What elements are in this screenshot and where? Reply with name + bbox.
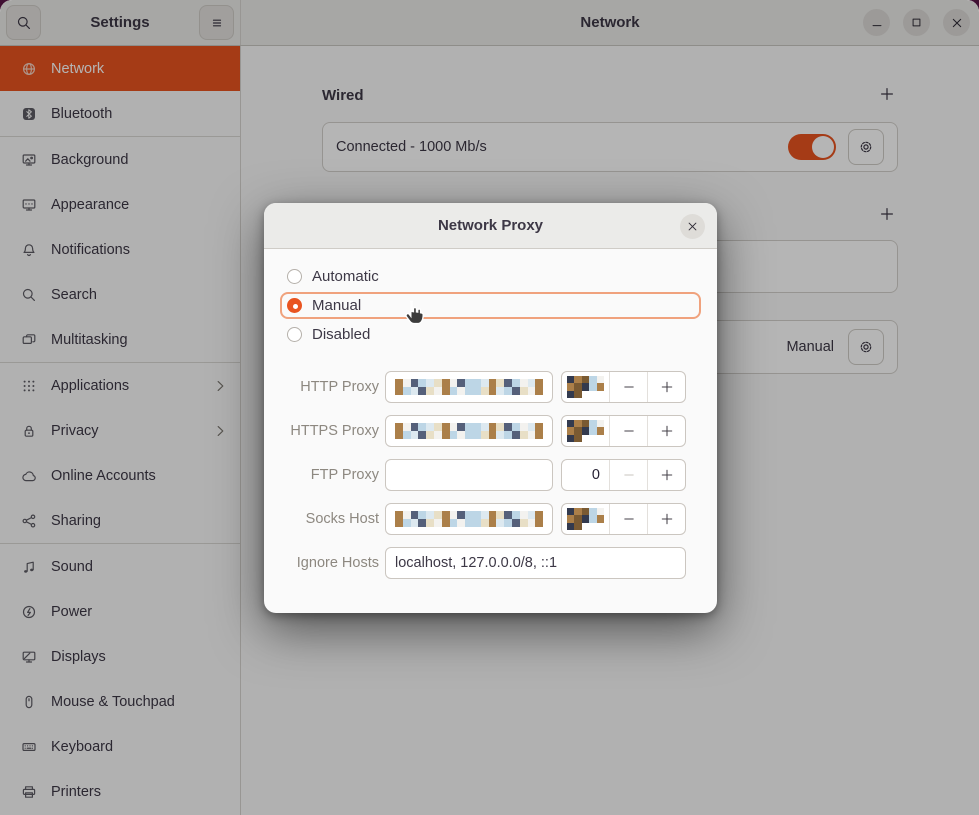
ftp-proxy-input[interactable] <box>385 459 553 491</box>
socks-port-value[interactable] <box>562 504 610 534</box>
ftp-port-increment-button[interactable] <box>648 460 685 490</box>
ignore-hosts-input[interactable]: localhost, 127.0.0.0/8, ::1 <box>385 547 686 579</box>
proxy-option-disabled[interactable]: Disabled <box>280 321 701 348</box>
http-port-spinner <box>561 371 686 403</box>
radio-icon <box>287 298 302 313</box>
radio-icon <box>287 327 302 342</box>
redacted-value <box>395 379 543 395</box>
settings-window: Settings Network Network <box>0 0 979 815</box>
http-proxy-input[interactable] <box>385 371 553 403</box>
https-proxy-label: HTTPS Proxy <box>280 423 379 439</box>
dialog-body: Automatic Manual Disabled HTTP Proxy <box>264 249 717 579</box>
desktop: Settings Network Network <box>0 0 979 815</box>
socks-port-increment-button[interactable] <box>648 504 685 534</box>
option-label: Automatic <box>312 268 379 285</box>
socks-host-input[interactable] <box>385 503 553 535</box>
socks-host-row: Socks Host <box>280 503 701 535</box>
ftp-proxy-row: FTP Proxy 0 <box>280 459 701 491</box>
redacted-value <box>395 511 543 527</box>
socks-port-decrement-button[interactable] <box>610 504 648 534</box>
http-proxy-label: HTTP Proxy <box>280 379 379 395</box>
proxy-form: HTTP Proxy HTTPS Proxy <box>280 371 701 579</box>
dialog-title: Network Proxy <box>438 217 543 234</box>
https-proxy-input[interactable] <box>385 415 553 447</box>
http-port-increment-button[interactable] <box>648 372 685 402</box>
socks-host-label: Socks Host <box>280 511 379 527</box>
https-port-value[interactable] <box>562 416 610 446</box>
network-proxy-dialog: Network Proxy Automatic Manual Disabled <box>264 203 717 613</box>
option-label: Manual <box>312 297 361 314</box>
redacted-value <box>567 508 605 531</box>
proxy-option-manual[interactable]: Manual <box>280 292 701 319</box>
proxy-option-automatic[interactable]: Automatic <box>280 263 701 290</box>
ftp-port-value[interactable]: 0 <box>562 460 610 490</box>
radio-icon <box>287 269 302 284</box>
http-port-value[interactable] <box>562 372 610 402</box>
redacted-value <box>395 423 543 439</box>
https-proxy-row: HTTPS Proxy <box>280 415 701 447</box>
ftp-port-decrement-button[interactable] <box>610 460 648 490</box>
https-port-decrement-button[interactable] <box>610 416 648 446</box>
http-port-decrement-button[interactable] <box>610 372 648 402</box>
close-icon <box>686 220 699 233</box>
https-port-spinner <box>561 415 686 447</box>
http-proxy-row: HTTP Proxy <box>280 371 701 403</box>
redacted-value <box>567 420 605 443</box>
dialog-close-button[interactable] <box>680 214 705 239</box>
ignore-hosts-label: Ignore Hosts <box>280 555 379 571</box>
option-label: Disabled <box>312 326 370 343</box>
ftp-proxy-label: FTP Proxy <box>280 467 379 483</box>
https-port-increment-button[interactable] <box>648 416 685 446</box>
dialog-header: Network Proxy <box>264 203 717 249</box>
ignore-hosts-row: Ignore Hosts localhost, 127.0.0.0/8, ::1 <box>280 547 701 579</box>
redacted-value <box>567 376 605 399</box>
ftp-port-spinner: 0 <box>561 459 686 491</box>
socks-port-spinner <box>561 503 686 535</box>
